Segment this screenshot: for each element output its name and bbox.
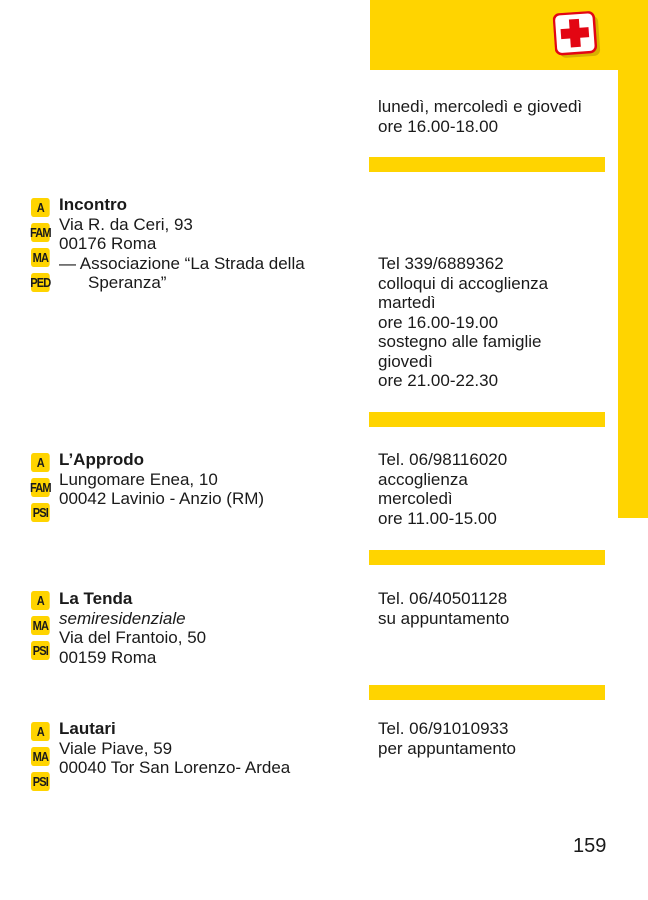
- entry-address-line: 00040 Tor San Lorenzo- Ardea: [59, 758, 291, 777]
- entry-address-block: Incontro Via R. da Ceri, 93 00176 Roma —…: [59, 195, 305, 293]
- entry-address-block: La Tenda semiresidenziale Via del Franto…: [59, 589, 206, 667]
- entry-info-block: Tel. 06/91010933 per appuntamento: [378, 719, 516, 758]
- entry-info-line: colloqui di accoglienza: [378, 273, 549, 293]
- badge: A: [31, 198, 50, 217]
- entry-subtitle: semiresidenziale: [59, 608, 186, 628]
- entry-info-block: Tel. 06/40501128 su appuntamento: [378, 589, 509, 628]
- page-number: 159: [573, 835, 607, 857]
- intro-hours-line: lunedì, mercoledì e giovedì: [378, 97, 583, 116]
- separator-bar: [369, 157, 605, 172]
- service-badges: A FAM PSI: [29, 453, 55, 528]
- entry-name: Lautari: [59, 719, 116, 738]
- entry-info-line: martedì: [378, 293, 436, 312]
- entry-address-line: 00042 Lavinio - Anzio (RM): [59, 489, 265, 508]
- badge: MA: [31, 248, 50, 267]
- intro-hours: lunedì, mercoledì e giovedì ore 16.00-18…: [378, 97, 582, 136]
- entry-info-line: per appuntamento: [378, 738, 516, 758]
- entry-info-block: Tel. 06/98116020 accoglienza mercoledì o…: [378, 450, 507, 528]
- entry-address-line: Via R. da Ceri, 93: [59, 214, 193, 234]
- badge: FAM: [29, 478, 52, 497]
- separator-bar: [369, 550, 605, 565]
- entry-info-block: Tel 339/6889362 colloqui di accoglienza …: [378, 254, 548, 391]
- section-tab-strip: [618, 70, 648, 518]
- entry-info-line: ore 21.00-22.30: [378, 371, 499, 390]
- entry-info-line: accoglienza: [378, 469, 468, 489]
- entry-info-line: ore 11.00-15.00: [378, 508, 497, 528]
- badge: PSI: [31, 503, 50, 522]
- badge: PED: [30, 273, 51, 292]
- badge: MA: [31, 747, 50, 766]
- first-aid-icon: [552, 10, 601, 58]
- entry-address-line: Lungomare Enea, 10: [59, 469, 218, 489]
- service-badges: A MA PSI: [31, 722, 55, 797]
- entry-address-line: 00159 Roma: [59, 647, 157, 667]
- badge: PSI: [31, 772, 50, 791]
- badge: FAM: [29, 223, 52, 242]
- entry-address-line: Via del Frantoio, 50: [59, 628, 207, 647]
- badge: MA: [31, 616, 50, 635]
- entry-phone: Tel. 06/91010933: [378, 719, 509, 738]
- separator-bar: [369, 412, 605, 427]
- entry-info-line: ore 16.00-19.00: [378, 312, 499, 332]
- entry-name: Incontro: [59, 195, 127, 214]
- entry-phone: Tel. 06/98116020: [378, 450, 508, 469]
- entry-address-block: L’Approdo Lungomare Enea, 10 00042 Lavin…: [59, 450, 264, 509]
- entry-info-line: sostegno alle famiglie: [378, 332, 542, 351]
- header-color-block: [370, 0, 648, 70]
- entry-org-line: — Associazione “La Strada della: [59, 253, 305, 273]
- entry-address-block: Lautari Viale Piave, 59 00040 Tor San Lo…: [59, 719, 290, 778]
- service-badges: A MA PSI: [31, 591, 55, 666]
- entry-info-line: giovedì: [378, 351, 433, 371]
- entry-name: L’Approdo: [59, 450, 144, 469]
- entry-name: La Tenda: [59, 589, 133, 608]
- entry-address-line: 00176 Roma: [59, 234, 157, 253]
- intro-hours-line: ore 16.00-18.00: [378, 116, 499, 136]
- service-badges: A FAM MA PED: [29, 198, 55, 298]
- badge: A: [31, 591, 50, 610]
- entry-address-line: Viale Piave, 59: [59, 738, 173, 758]
- entry-org-line: Speranza”: [88, 273, 167, 292]
- entry-info-line: mercoledì: [378, 489, 453, 508]
- entry-phone: Tel 339/6889362: [378, 254, 504, 273]
- badge: PSI: [31, 641, 50, 660]
- entry-phone: Tel. 06/40501128: [378, 589, 508, 608]
- separator-bar: [369, 685, 605, 700]
- badge: A: [31, 722, 50, 741]
- badge: A: [31, 453, 50, 472]
- entry-info-line: su appuntamento: [378, 608, 510, 628]
